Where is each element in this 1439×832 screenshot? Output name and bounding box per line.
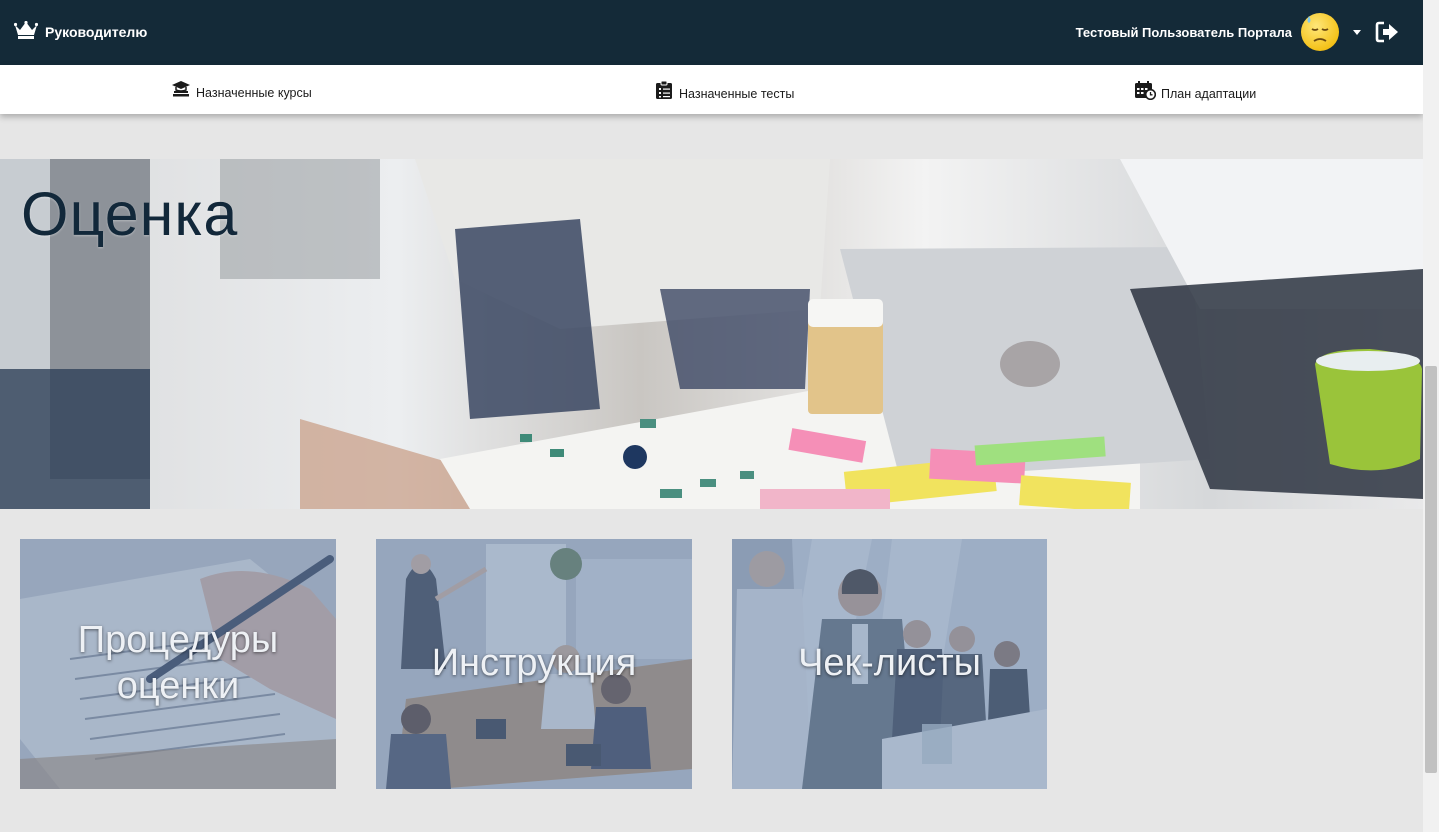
card-label: Процедуры оценки xyxy=(77,619,279,707)
chevron-down-icon[interactable] xyxy=(1353,29,1361,35)
crown-icon xyxy=(13,20,39,42)
sad-face-emoji-icon[interactable] xyxy=(1301,13,1339,51)
card-instruction[interactable]: Инструкция xyxy=(376,539,692,789)
nav-label: Назначенные тесты xyxy=(679,86,795,101)
nav-label: План адаптации xyxy=(1161,86,1257,101)
page-scrollbar[interactable] xyxy=(1423,0,1439,832)
nav-assigned-courses[interactable]: Назначенные курсы xyxy=(171,80,312,101)
top-bar: Руководителю Тестовый Пользователь Порта… xyxy=(0,0,1423,65)
brand-link[interactable]: Руководителю xyxy=(13,20,148,42)
nav-assigned-tests[interactable]: Назначенные тесты xyxy=(654,80,794,103)
calendar-clock-icon xyxy=(1134,80,1157,103)
nav-label: Назначенные курсы xyxy=(196,85,312,100)
card-checklists[interactable]: Чек-листы xyxy=(732,539,1047,789)
page-title: Оценка xyxy=(21,180,239,248)
card-label: Чек-листы xyxy=(798,642,981,685)
card-assessment-procedures[interactable]: Процедуры оценки xyxy=(20,539,336,789)
brand-label: Руководителю xyxy=(45,23,148,40)
nav-adaptation-plan[interactable]: План адаптации xyxy=(1134,80,1256,103)
card-label: Инструкция xyxy=(431,642,637,685)
section-nav: Назначенные курсы Назначенные тесты План… xyxy=(0,65,1423,114)
hero-banner: Оценка xyxy=(0,159,1423,509)
user-menu: Тестовый Пользователь Портала xyxy=(1076,10,1399,54)
clipboard-checklist-icon xyxy=(654,80,674,103)
graduation-cap-books-icon xyxy=(171,80,191,101)
user-name[interactable]: Тестовый Пользователь Портала xyxy=(1076,25,1292,40)
logout-icon[interactable] xyxy=(1375,21,1399,43)
scrollbar-thumb[interactable] xyxy=(1425,366,1437,773)
